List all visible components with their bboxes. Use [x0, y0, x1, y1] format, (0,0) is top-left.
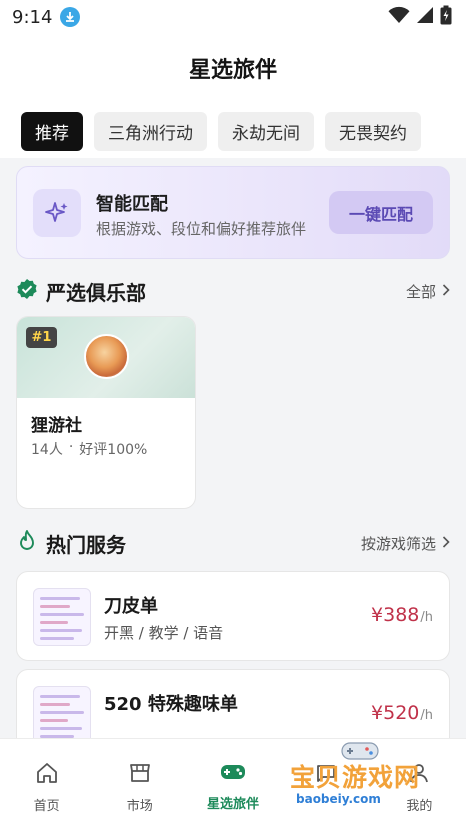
filter-by-game-link[interactable]: 按游戏筛选 — [361, 533, 450, 554]
price-unit: /h — [420, 708, 433, 723]
service-price: ¥520 /h — [371, 702, 433, 724]
store-icon — [128, 761, 152, 789]
nav-market[interactable]: 市场 — [93, 739, 186, 828]
wifi-icon — [388, 6, 410, 28]
smart-match-card[interactable]: 智能匹配 根据游戏、段位和偏好推荐旅伴 一键匹配 — [16, 166, 450, 259]
club-members: 14人 — [31, 442, 63, 458]
tab-valorant[interactable]: 无畏契约 — [325, 112, 421, 151]
price-value: ¥388 — [371, 604, 420, 626]
tab-delta-force[interactable]: 三角洲行动 — [94, 112, 207, 151]
club-card[interactable]: #1 狸游社 14人 · 好评100% — [16, 316, 196, 509]
home-icon — [35, 761, 59, 789]
tab-naraka[interactable]: 永劫无间 — [218, 112, 314, 151]
watermark-text: 宝贝游戏网 — [290, 763, 421, 792]
filter-by-game-label: 按游戏筛选 — [360, 534, 436, 553]
service-name: 刀皮单 — [104, 596, 158, 617]
clubs-section-header: 严选俱乐部 全部 — [16, 277, 450, 305]
smart-match-title: 智能匹配 — [96, 194, 168, 215]
gamepad-icon — [220, 761, 246, 787]
nav-companion[interactable]: 星选旅伴 — [186, 739, 279, 828]
service-tags: 开黑 / 教学 / 语音 — [104, 624, 224, 642]
rank-badge: #1 — [26, 327, 57, 348]
club-avatar — [84, 334, 129, 379]
club-rating: 好评100% — [79, 442, 148, 458]
signal-icon — [416, 6, 434, 28]
service-card[interactable]: 刀皮单 开黑 / 教学 / 语音 ¥388 /h — [16, 571, 450, 661]
nav-home[interactable]: 首页 — [0, 739, 93, 828]
nav-home-label: 首页 — [33, 799, 60, 814]
clubs-view-all-label: 全部 — [405, 282, 436, 301]
club-name: 狸游社 — [31, 416, 82, 436]
clubs-section-title: 严选俱乐部 — [46, 280, 146, 305]
service-thumbnail — [33, 686, 91, 744]
services-section-title: 热门服务 — [46, 532, 126, 557]
price-unit: /h — [420, 610, 433, 625]
club-banner: #1 — [17, 317, 195, 398]
game-tabs: 推荐 三角洲行动 永劫无间 无畏契约 — [21, 112, 421, 151]
chevron-right-icon — [442, 282, 450, 300]
tab-recommend[interactable]: 推荐 — [21, 112, 83, 151]
service-thumbnail — [33, 588, 91, 646]
clubs-view-all-link[interactable]: 全部 — [406, 281, 450, 302]
battery-icon — [440, 5, 452, 29]
verified-icon — [16, 278, 38, 304]
sparkle-icon — [33, 189, 81, 237]
nav-market-label: 市场 — [126, 799, 153, 814]
service-name: 520 特殊趣味单 — [104, 694, 238, 715]
status-time: 9:14 — [12, 6, 53, 28]
page-title: 星选旅伴 — [188, 58, 277, 83]
price-value: ¥520 — [371, 702, 420, 724]
one-click-match-button[interactable]: 一键匹配 — [329, 191, 433, 234]
download-icon — [60, 7, 81, 27]
header: 星选旅伴 推荐 三角洲行动 永劫无间 无畏契约 — [0, 34, 466, 158]
chevron-right-icon — [442, 534, 450, 552]
service-price: ¥388 /h — [371, 604, 433, 626]
status-bar: 9:14 — [0, 0, 466, 34]
club-meta: 14人 · 好评100% — [31, 439, 147, 459]
watermark-url: baobeiy.com — [296, 792, 381, 806]
meta-separator: · — [68, 439, 74, 455]
flame-icon — [16, 529, 38, 557]
smart-match-subtitle: 根据游戏、段位和偏好推荐旅伴 — [96, 220, 307, 238]
nav-companion-label: 星选旅伴 — [207, 797, 260, 812]
services-section-header: 热门服务 按游戏筛选 — [16, 529, 450, 557]
watermark: 宝贝游戏网 baobeiy.com — [290, 742, 436, 812]
